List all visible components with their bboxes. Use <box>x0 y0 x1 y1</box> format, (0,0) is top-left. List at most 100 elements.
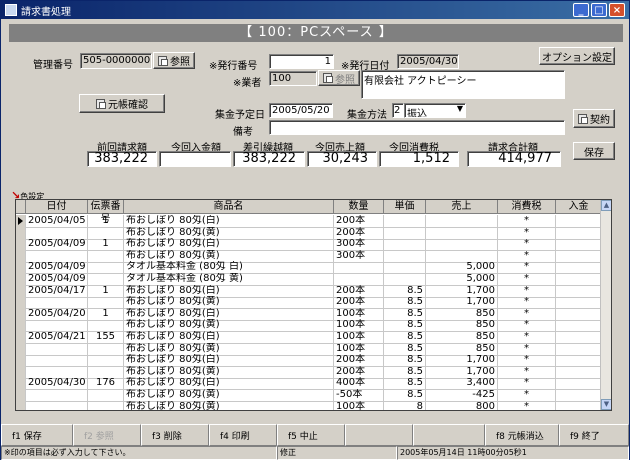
row-selector[interactable] <box>16 273 26 285</box>
table-cell[interactable]: 1 <box>88 215 124 227</box>
table-cell[interactable]: 200本 <box>334 284 384 297</box>
ref-button[interactable]: 参照 <box>153 52 195 69</box>
table-cell[interactable] <box>26 354 88 367</box>
collect-date-field[interactable]: 2005/05/20 <box>269 103 333 118</box>
table-cell[interactable]: 布おしぼり 80匁(黄) <box>124 389 334 401</box>
collect-method-select[interactable]: 振込 ▼ <box>404 103 466 118</box>
function-key-1[interactable]: f1 保存 <box>1 424 73 446</box>
table-cell[interactable]: * <box>498 342 556 355</box>
table-cell[interactable] <box>88 389 124 401</box>
table-cell[interactable] <box>426 215 498 227</box>
table-cell[interactable] <box>88 226 124 239</box>
table-cell[interactable]: 5,000 <box>426 261 498 274</box>
table-cell[interactable]: 2005/04/09 <box>26 238 88 251</box>
table-cell[interactable]: 布おしぼり 80匁(白) <box>124 284 334 297</box>
table-cell[interactable]: * <box>498 307 556 320</box>
table-cell[interactable] <box>556 400 602 410</box>
table-cell[interactable]: 布おしぼり 80匁(黄) <box>124 319 334 332</box>
table-cell[interactable] <box>556 331 602 343</box>
table-cell[interactable]: 200本 <box>334 365 384 378</box>
vertical-scrollbar[interactable]: ▲ ▼ <box>600 200 611 410</box>
table-cell[interactable]: 8 <box>384 400 426 410</box>
table-cell[interactable] <box>88 296 124 309</box>
table-cell[interactable] <box>556 284 602 297</box>
table-cell[interactable] <box>556 365 602 378</box>
table-cell[interactable] <box>556 226 602 239</box>
table-cell[interactable] <box>556 307 602 320</box>
close-button[interactable]: × <box>609 3 625 17</box>
table-cell[interactable]: 布おしぼり 80匁(黄) <box>124 249 334 262</box>
collect-method-code[interactable]: 2 <box>392 103 404 118</box>
table-cell[interactable] <box>26 389 88 401</box>
table-cell[interactable]: タオル基本料金 (80匁 白) <box>124 261 334 274</box>
table-cell[interactable]: 850 <box>426 331 498 343</box>
table-cell[interactable]: 2005/04/09 <box>26 273 88 285</box>
contract-button[interactable]: 契約 <box>573 109 615 128</box>
table-cell[interactable]: 200本 <box>334 215 384 227</box>
table-cell[interactable]: * <box>498 400 556 410</box>
maximize-button[interactable]: □ <box>591 3 607 17</box>
table-cell[interactable]: 1,700 <box>426 284 498 297</box>
table-cell[interactable]: 300本 <box>334 238 384 251</box>
table-cell[interactable] <box>26 342 88 355</box>
table-cell[interactable]: * <box>498 261 556 274</box>
issue-date-field[interactable]: 2005/04/30 <box>397 54 459 69</box>
sales-table[interactable]: 日付 伝票番号 商品名 数量 単価 売上 消費税 入金 2005/04/05 1 布… <box>15 199 612 411</box>
table-cell[interactable]: 850 <box>426 342 498 355</box>
table-cell[interactable]: 1,700 <box>426 365 498 378</box>
row-selector[interactable] <box>16 249 26 262</box>
table-cell[interactable]: 850 <box>426 319 498 332</box>
row-selector[interactable] <box>16 400 26 410</box>
row-selector[interactable] <box>16 354 26 367</box>
table-cell[interactable]: 1 <box>88 307 124 320</box>
vendor-name-field[interactable]: 有限会社 アクトピーシー <box>361 70 565 99</box>
table-cell[interactable]: * <box>498 284 556 297</box>
table-cell[interactable]: 200本 <box>334 354 384 367</box>
table-cell[interactable]: * <box>498 389 556 401</box>
table-cell[interactable]: 8.5 <box>384 342 426 355</box>
row-selector[interactable] <box>16 238 26 251</box>
row-selector[interactable] <box>16 296 26 309</box>
table-cell[interactable] <box>556 249 602 262</box>
table-cell[interactable]: 2005/04/20 <box>26 307 88 320</box>
table-cell[interactable]: 8.5 <box>384 284 426 297</box>
table-cell[interactable]: 8.5 <box>384 389 426 401</box>
table-cell[interactable]: * <box>498 354 556 367</box>
table-cell[interactable] <box>384 261 426 274</box>
minimize-button[interactable]: _ <box>573 3 589 17</box>
table-cell[interactable] <box>88 261 124 274</box>
table-cell[interactable]: 200本 <box>334 296 384 309</box>
row-selector[interactable] <box>16 215 26 227</box>
function-key-2[interactable]: f2 参照 <box>73 424 141 446</box>
table-cell[interactable]: 100本 <box>334 342 384 355</box>
table-cell[interactable]: 400本 <box>334 377 384 390</box>
table-row[interactable]: 布おしぼり 80匁(黄) 100本 8 800 * <box>16 400 602 410</box>
table-cell[interactable]: -425 <box>426 389 498 401</box>
scroll-down-icon[interactable]: ▼ <box>601 399 611 410</box>
table-cell[interactable] <box>556 354 602 367</box>
table-cell[interactable]: 8.5 <box>384 331 426 343</box>
table-cell[interactable] <box>88 319 124 332</box>
function-key-6[interactable] <box>345 424 413 446</box>
table-cell[interactable] <box>556 296 602 309</box>
table-cell[interactable]: 8.5 <box>384 319 426 332</box>
table-cell[interactable]: 176 <box>88 377 124 390</box>
table-cell[interactable]: 2005/04/30 <box>26 377 88 390</box>
vendor-code-field[interactable]: 100 <box>269 71 317 86</box>
function-key-7[interactable] <box>413 424 485 446</box>
table-cell[interactable]: 1 <box>88 284 124 297</box>
table-cell[interactable] <box>556 389 602 401</box>
table-cell[interactable] <box>556 273 602 285</box>
table-cell[interactable]: 布おしぼり 80匁(黄) <box>124 342 334 355</box>
table-cell[interactable]: * <box>498 377 556 390</box>
table-cell[interactable] <box>88 354 124 367</box>
table-cell[interactable] <box>26 400 88 410</box>
table-cell[interactable] <box>384 215 426 227</box>
table-cell[interactable]: 8.5 <box>384 307 426 320</box>
row-selector[interactable] <box>16 319 26 332</box>
table-cell[interactable] <box>26 296 88 309</box>
table-cell[interactable] <box>26 365 88 378</box>
table-cell[interactable]: * <box>498 273 556 285</box>
table-cell[interactable] <box>384 273 426 285</box>
table-cell[interactable]: 850 <box>426 307 498 320</box>
